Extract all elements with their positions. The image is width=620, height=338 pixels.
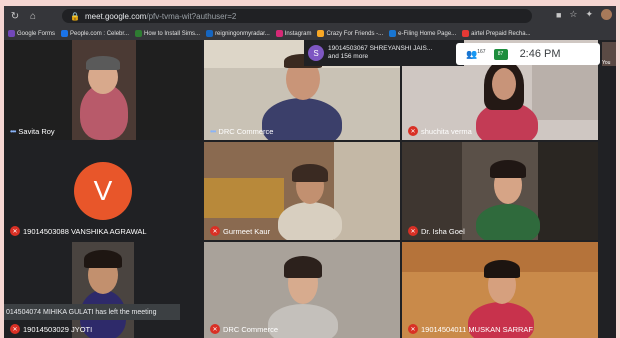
meeting-info-bar: 👥167 87 2:46 PM <box>456 43 600 65</box>
bookmark-item[interactable]: People.com : Celebr... <box>61 30 129 37</box>
presenter-overlay[interactable]: S 19014503067 SHREYANSHI JAIS... and 156… <box>304 40 464 66</box>
meeting-clock: 2:46 PM <box>519 48 561 60</box>
bookmark-item[interactable]: Google Forms <box>8 30 55 37</box>
mic-off-icon: ✕ <box>408 126 418 136</box>
tile-name: ••• Savita Roy <box>10 127 55 136</box>
mic-off-icon: ✕ <box>210 226 220 236</box>
tile-gurmeet-kaur[interactable]: ✕ Gurmeet Kaur <box>204 142 400 240</box>
tile-savita-roy[interactable]: ••• Savita Roy <box>4 40 202 140</box>
meet-grid: ••• Savita Roy ••• DRC Commerce ✕ shuchi… <box>4 40 616 338</box>
presenter-text: 19014503067 SHREYANSHI JAIS... and 156 m… <box>328 45 432 61</box>
bookmarks-bar: Google Forms People.com : Celebr... How to… <box>4 27 616 40</box>
bookmark-favicon-icon <box>462 30 470 37</box>
mic-off-icon: ✕ <box>408 324 418 334</box>
bookmark-label: reigningonmyradar... <box>215 30 270 37</box>
participant-badge: S <box>308 45 324 61</box>
self-view-tile[interactable]: You <box>602 42 616 66</box>
address-row: ↻ ⌂ 🔒 meet.google.com /pfv-tvma-wit?auth… <box>4 6 616 26</box>
star-icon[interactable]: ☆ <box>569 9 577 20</box>
tile-name: ✕ 19014504011 MUSKAN SARRAF <box>408 324 533 334</box>
bookmark-label: People.com : Celebr... <box>70 30 130 37</box>
self-label: You <box>602 60 611 66</box>
tile-name: ✕ shuchita verma <box>408 126 472 136</box>
reload-icon[interactable]: ↻ <box>8 11 22 22</box>
browser-toolbar-right: ■ ☆ ✦ <box>556 9 612 20</box>
tile-name: ✕ Gurmeet Kaur <box>210 226 270 236</box>
browser-chrome: ↻ ⌂ 🔒 meet.google.com /pfv-tvma-wit?auth… <box>4 6 616 40</box>
people-count: 167 <box>477 48 486 55</box>
tile-muskan-sarraf[interactable]: ✕ 19014504011 MUSKAN SARRAF <box>402 242 598 338</box>
tile-name: ••• DRC Commerce <box>210 127 274 136</box>
url-path: /pfv-tvma-wit?authuser=2 <box>146 11 237 21</box>
left-meeting-toast: 014504074 MIHIKA GULATI has left the mee… <box>4 304 180 320</box>
bookmark-label: Crazy For Friends -... <box>326 30 384 37</box>
bookmark-favicon-icon <box>135 30 143 37</box>
tile-name: ✕ Dr. Isha Goel <box>408 226 465 236</box>
people-button[interactable]: 👥167 <box>466 49 486 60</box>
bookmark-item[interactable]: Crazy For Friends -... <box>317 30 383 37</box>
video-savita-roy <box>72 40 136 140</box>
speaking-icon: ••• <box>10 127 16 136</box>
bookmark-item[interactable]: e-Filing Home Page... <box>389 30 456 37</box>
address-bar[interactable]: 🔒 meet.google.com /pfv-tvma-wit?authuser… <box>62 9 532 23</box>
url-host: meet.google.com <box>84 11 147 21</box>
tile-drc-commerce-2[interactable]: ✕ DRC Commerce <box>204 242 400 338</box>
participant-avatar: V <box>74 162 132 220</box>
mic-off-icon: ✕ <box>10 324 20 334</box>
bookmark-favicon-icon <box>389 30 397 37</box>
bookmark-favicon-icon <box>8 30 15 37</box>
presenter-line-1: 19014503067 SHREYANSHI JAIS... <box>328 45 433 52</box>
bookmark-favicon-icon <box>61 30 69 37</box>
camera-icon[interactable]: ■ <box>556 10 561 20</box>
speaking-icon: ••• <box>210 127 216 136</box>
presenter-line-2: and 156 more <box>328 53 369 60</box>
bookmark-label: How to Install Sims... <box>144 30 201 37</box>
bookmark-label: Instagram <box>284 30 312 37</box>
chat-icon[interactable]: 87 <box>493 48 508 60</box>
profile-avatar[interactable] <box>601 9 612 20</box>
screenshot-frame: ↻ ⌂ 🔒 meet.google.com /pfv-tvma-wit?auth… <box>0 0 620 338</box>
bookmark-label: airtel Prepaid Recha... <box>471 30 531 37</box>
mic-off-icon: ✕ <box>408 226 418 236</box>
tile-jyoti[interactable]: ✕ 19014503029 JYOTI <box>4 242 202 338</box>
bookmark-item[interactable]: Instagram <box>275 30 312 37</box>
mic-off-icon: ✕ <box>210 324 220 334</box>
extensions-icon[interactable]: ✦ <box>585 9 593 20</box>
lock-icon: 🔒 <box>70 11 80 21</box>
bookmark-label: Google Forms <box>17 30 56 37</box>
mic-off-icon: ✕ <box>10 226 20 236</box>
bookmark-item[interactable]: airtel Prepaid Recha... <box>462 30 531 37</box>
bookmark-label: e-Filing Home Page... <box>398 30 457 37</box>
tile-name: ✕ 19014503088 VANSHIKA AGRAWAL <box>10 226 147 236</box>
bookmark-item[interactable]: reigningonmyradar... <box>206 30 270 37</box>
bookmark-favicon-icon <box>275 30 283 37</box>
chat-count: 87 <box>497 51 504 57</box>
tile-vanshika-agrawal[interactable]: V ✕ 19014503088 VANSHIKA AGRAWAL <box>4 142 202 240</box>
bookmark-item[interactable]: How to Install Sims... <box>135 30 200 37</box>
bookmark-favicon-icon <box>317 30 325 37</box>
home-icon[interactable]: ⌂ <box>26 11 40 22</box>
bookmark-favicon-icon <box>206 30 214 37</box>
tile-name: ✕ DRC Commerce <box>210 324 278 334</box>
tile-isha-goel[interactable]: ✕ Dr. Isha Goel <box>402 142 598 240</box>
tile-name: ✕ 19014503029 JYOTI <box>10 324 92 334</box>
